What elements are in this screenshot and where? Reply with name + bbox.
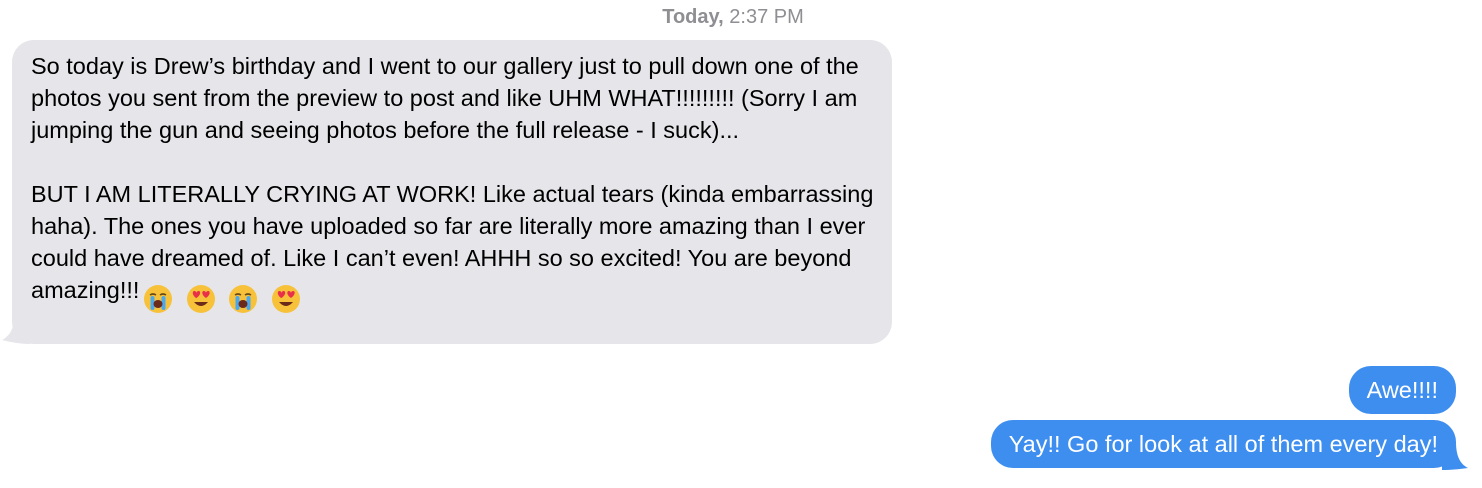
incoming-message-bubble[interactable]: So today is Drew’s birthday and I went t…	[12, 40, 892, 344]
heart-eyes-face-icon	[186, 284, 215, 313]
outgoing-message-bubble[interactable]: Yay!! Go for look at all of them every d…	[990, 420, 1456, 468]
loudly-crying-face-icon	[144, 284, 173, 313]
loudly-crying-face-icon	[229, 284, 258, 313]
incoming-message-paragraph-2: BUT I AM LITERALLY CRYING AT WORK! Like …	[31, 178, 874, 314]
outgoing-message-bubble[interactable]: Awe!!!!	[1348, 366, 1456, 414]
outgoing-message-text: Awe!!!!	[1366, 377, 1438, 403]
outgoing-message-text: Yay!! Go for look at all of them every d…	[1008, 431, 1438, 457]
emoji-row	[143, 281, 307, 314]
timestamp-time: 2:37 PM	[729, 6, 804, 28]
heart-eyes-face-icon	[272, 284, 301, 313]
timestamp-day: Today,	[662, 6, 724, 28]
message-timestamp: Today, 2:37 PM	[0, 6, 1466, 29]
incoming-message-paragraph-1: So today is Drew’s birthday and I went t…	[31, 53, 859, 143]
